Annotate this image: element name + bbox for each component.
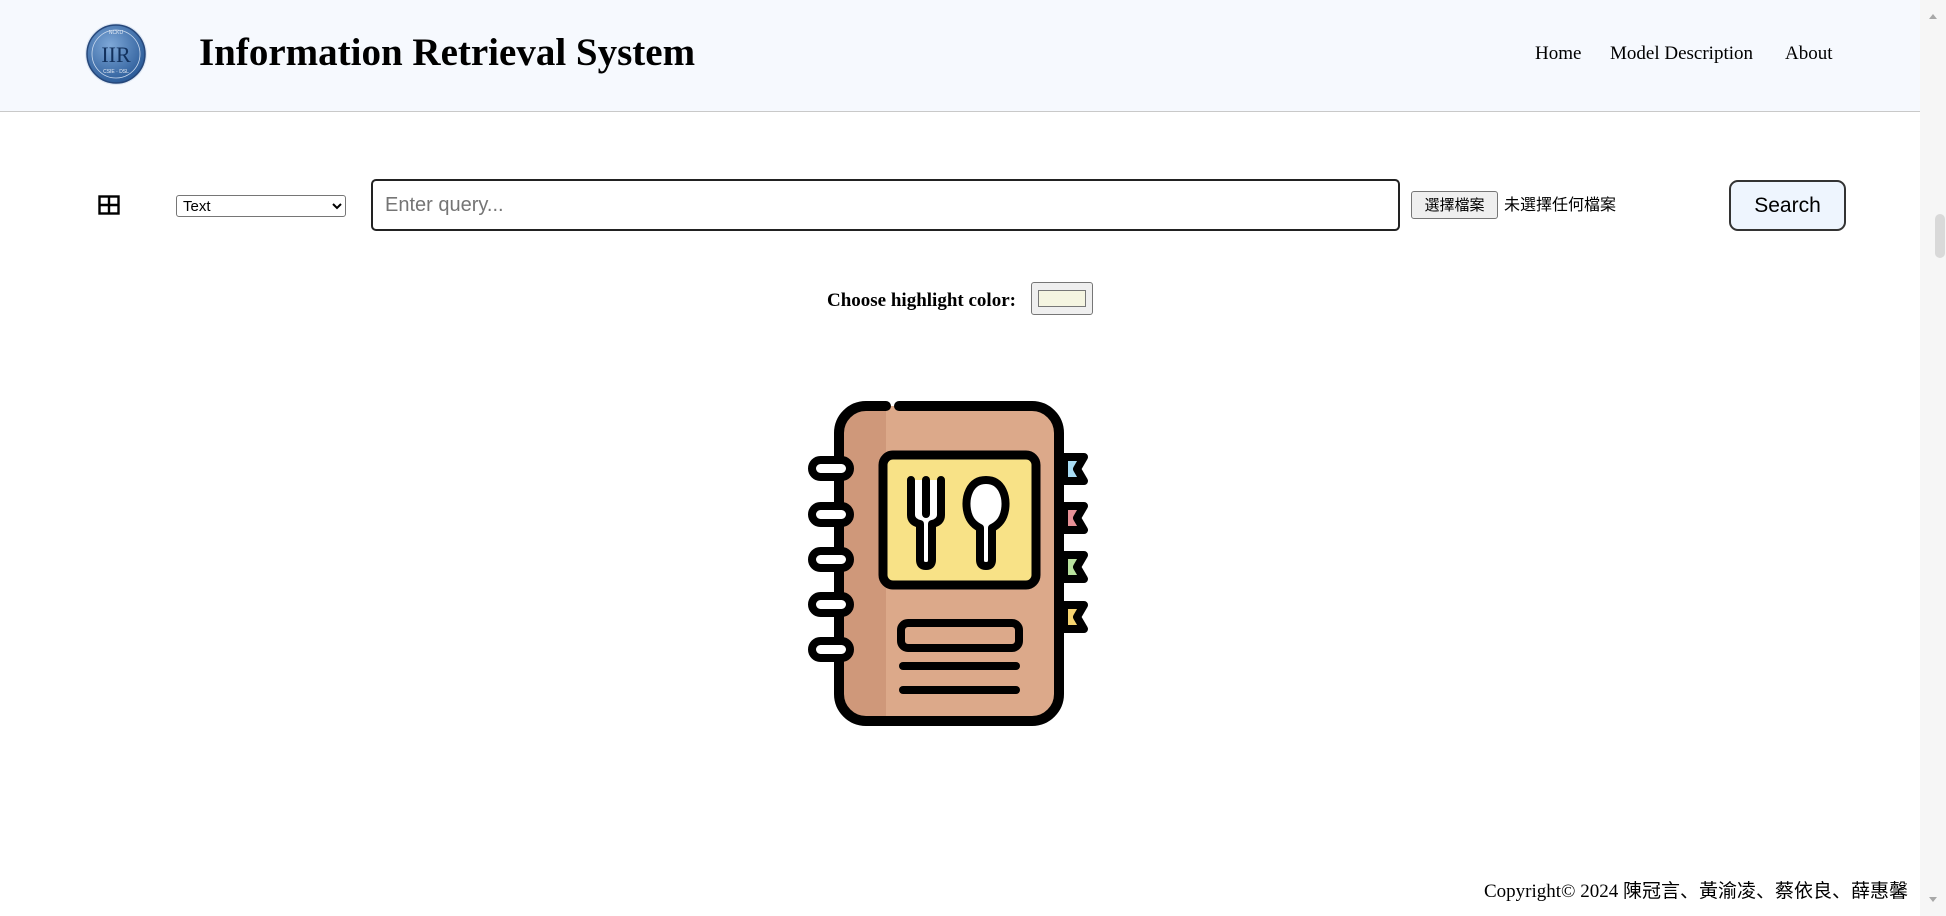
copyright-prefix: Copyright© 2024 [1483,881,1623,902]
copyright-authors: 陳冠言、黃渝凌、蔡依良、薛惠馨 [1622,881,1908,902]
query-input[interactable] [371,179,1400,231]
highlight-color-label: Choose highlight color: [827,290,1016,311]
highlight-color-swatch [1038,290,1086,307]
copyright-footer: Copyright© 2024 陳冠言、黃渝凌、蔡依良、薛惠馨 [1484,881,1908,903]
scroll-up-icon[interactable] [1929,14,1937,19]
nav-home-link[interactable]: Home [1535,43,1581,65]
logo-text: IIR [101,42,131,67]
nav-model-description-link[interactable]: Model Description [1610,43,1753,65]
search-mode-select[interactable]: Text [176,195,346,217]
logo-toptext: NCKU [109,30,124,36]
highlight-color-picker[interactable] [1031,282,1093,315]
choose-file-button[interactable]: 選擇檔案 [1411,191,1498,219]
file-status-text: 未選擇任何檔案 [1504,195,1617,214]
scrollbar-thumb[interactable] [1935,214,1945,258]
header: NCKU IIR CSIE · DSL Information Retrieva… [0,0,1920,112]
nav-about-link[interactable]: About [1785,43,1833,65]
grid-view-icon[interactable] [97,194,121,216]
page-scrollbar[interactable] [1920,0,1946,916]
menu-book-icon [808,401,1088,726]
page: NCKU IIR CSIE · DSL Information Retrieva… [0,0,1920,916]
logo-subtext: CSIE · DSL [103,69,129,75]
site-title: Information Retrieval System [199,31,696,74]
scroll-down-icon[interactable] [1929,897,1937,902]
search-button[interactable]: Search [1729,180,1846,231]
iir-logo: NCKU IIR CSIE · DSL [85,23,147,85]
